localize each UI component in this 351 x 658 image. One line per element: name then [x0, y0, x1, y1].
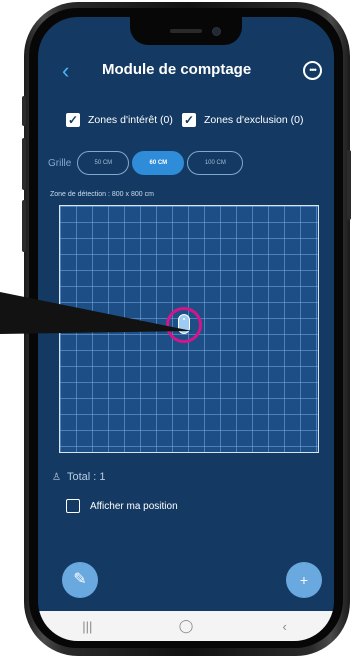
edit-button[interactable]: ✎ [62, 562, 98, 598]
grid-option-50[interactable]: 50 CM [77, 151, 130, 175]
plus-icon: + [299, 572, 309, 588]
interest-zones-label: Zones d'intérêt (0) [88, 114, 173, 126]
grid-label: Grille [48, 157, 72, 169]
user-icon: ♙ [52, 471, 61, 483]
side-button [22, 96, 26, 126]
grid-option-100[interactable]: 100 CM [187, 151, 244, 175]
total-label: Total : 1 [66, 471, 106, 483]
detection-zone-label: Zone de détection : 800 x 800 cm [50, 191, 154, 198]
detection-grid[interactable] [59, 205, 319, 453]
notch [130, 17, 242, 45]
volume-down-button [22, 200, 26, 252]
power-button [347, 150, 351, 220]
grid-option-60-selected[interactable]: 60 CM [132, 151, 185, 175]
nav-back-icon[interactable]: ‹ [265, 619, 305, 634]
total-count: ♙ Total : 1 [52, 471, 106, 483]
show-position-label: Afficher ma position [90, 500, 178, 512]
checkbox-unchecked-icon[interactable] [66, 499, 80, 513]
exclusion-zones-toggle[interactable]: ✓ Zones d'exclusion (0) [182, 113, 303, 127]
more-options-icon[interactable]: ••• [303, 61, 322, 80]
zones-row: ✓ Zones d'intérêt (0) ✓ Zones d'exclusio… [38, 113, 334, 137]
interest-zones-toggle[interactable]: ✓ Zones d'intérêt (0) [66, 113, 173, 127]
back-icon[interactable]: ‹ [62, 59, 80, 83]
page-title: Module de comptage [102, 61, 252, 78]
add-button[interactable]: + [286, 562, 322, 598]
camera-icon [212, 27, 221, 36]
exclusion-zones-label: Zones d'exclusion (0) [204, 114, 304, 126]
checkbox-checked-icon[interactable]: ✓ [66, 113, 80, 127]
speaker [170, 29, 202, 33]
app-screen: ‹ Module de comptage ••• ✓ Zones d'intér… [38, 17, 334, 641]
person-marker-icon[interactable] [178, 314, 190, 334]
system-navbar: ||| ◯ ‹ [38, 611, 334, 641]
grid-selector: Grille 50 CM 60 CM 100 CM [48, 151, 328, 175]
pencil-icon: ✎ [73, 571, 87, 588]
volume-up-button [22, 138, 26, 190]
home-icon[interactable]: ◯ [166, 618, 206, 634]
app-header: ‹ Module de comptage ••• [38, 55, 334, 89]
checkbox-checked-icon[interactable]: ✓ [182, 113, 196, 127]
more-dots: ••• [309, 65, 317, 75]
recents-icon[interactable]: ||| [67, 619, 107, 634]
show-position-toggle[interactable]: Afficher ma position [66, 499, 178, 513]
